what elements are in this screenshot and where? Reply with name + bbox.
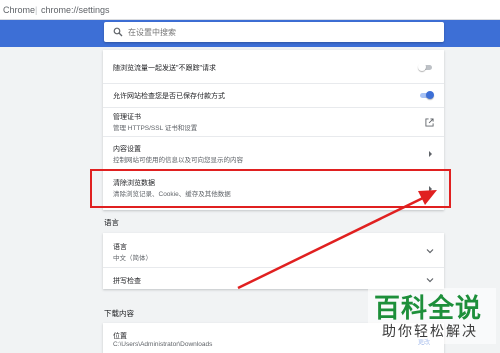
chevron-down-icon[interactable]	[426, 248, 434, 254]
annotation-highlight-box	[90, 169, 451, 208]
row-title: 语言	[113, 244, 127, 251]
url-separator: |	[35, 5, 38, 15]
payment-methods-row[interactable]: 允许网站检查您是否已保存付款方式	[103, 83, 444, 107]
do-not-track-toggle[interactable]	[418, 63, 434, 71]
watermark-logo-text: 百科全说	[374, 294, 483, 324]
search-input[interactable]	[128, 24, 428, 40]
spellcheck-row[interactable]: 拼写检查	[103, 267, 444, 289]
row-title: 位置	[113, 333, 127, 340]
row-subtitle: 管理 HTTPS/SSL 证书和设置	[113, 125, 198, 132]
row-subtitle: 控制网站可使用的信息以及可向您显示的内容	[113, 157, 243, 164]
chevron-down-icon[interactable]	[426, 277, 434, 283]
language-card: 语言 中文（简体） 拼写检查	[103, 233, 444, 289]
search-icon	[113, 27, 123, 37]
downloads-section-title: 下载内容	[104, 309, 134, 318]
do-not-track-row[interactable]: 随浏览流量一起发送"不跟踪"请求	[103, 50, 444, 83]
language-row[interactable]: 语言 中文（简体）	[103, 233, 444, 267]
url-text[interactable]: chrome://settings	[41, 0, 110, 20]
row-subtitle: 中文（简体）	[113, 255, 152, 262]
row-title: 拼写检查	[113, 278, 141, 285]
manage-certificates-row[interactable]: 管理证书 管理 HTTPS/SSL 证书和设置	[103, 107, 444, 136]
watermark-slogan: 助你轻松解决	[382, 324, 478, 340]
row-title: 内容设置	[113, 146, 141, 153]
settings-search-box[interactable]	[104, 22, 444, 42]
payment-methods-toggle[interactable]	[418, 91, 434, 99]
row-title: 随浏览流量一起发送"不跟踪"请求	[113, 65, 216, 72]
external-link-icon[interactable]	[425, 118, 434, 127]
row-title: 管理证书	[113, 114, 141, 121]
download-path: C:\Users\Administrator\Downloads	[113, 341, 213, 348]
language-section-title: 语言	[104, 218, 119, 227]
content-settings-row[interactable]: 内容设置 控制网站可使用的信息以及可向您显示的内容	[103, 136, 444, 169]
browser-label: Chrome	[3, 5, 36, 15]
address-bar[interactable]: Chrome | chrome://settings	[0, 0, 500, 20]
arrow-right-icon	[429, 151, 432, 157]
watermark: 百科全说 助你轻松解决	[368, 288, 496, 344]
row-title: 允许网站检查您是否已保存付款方式	[113, 93, 225, 100]
